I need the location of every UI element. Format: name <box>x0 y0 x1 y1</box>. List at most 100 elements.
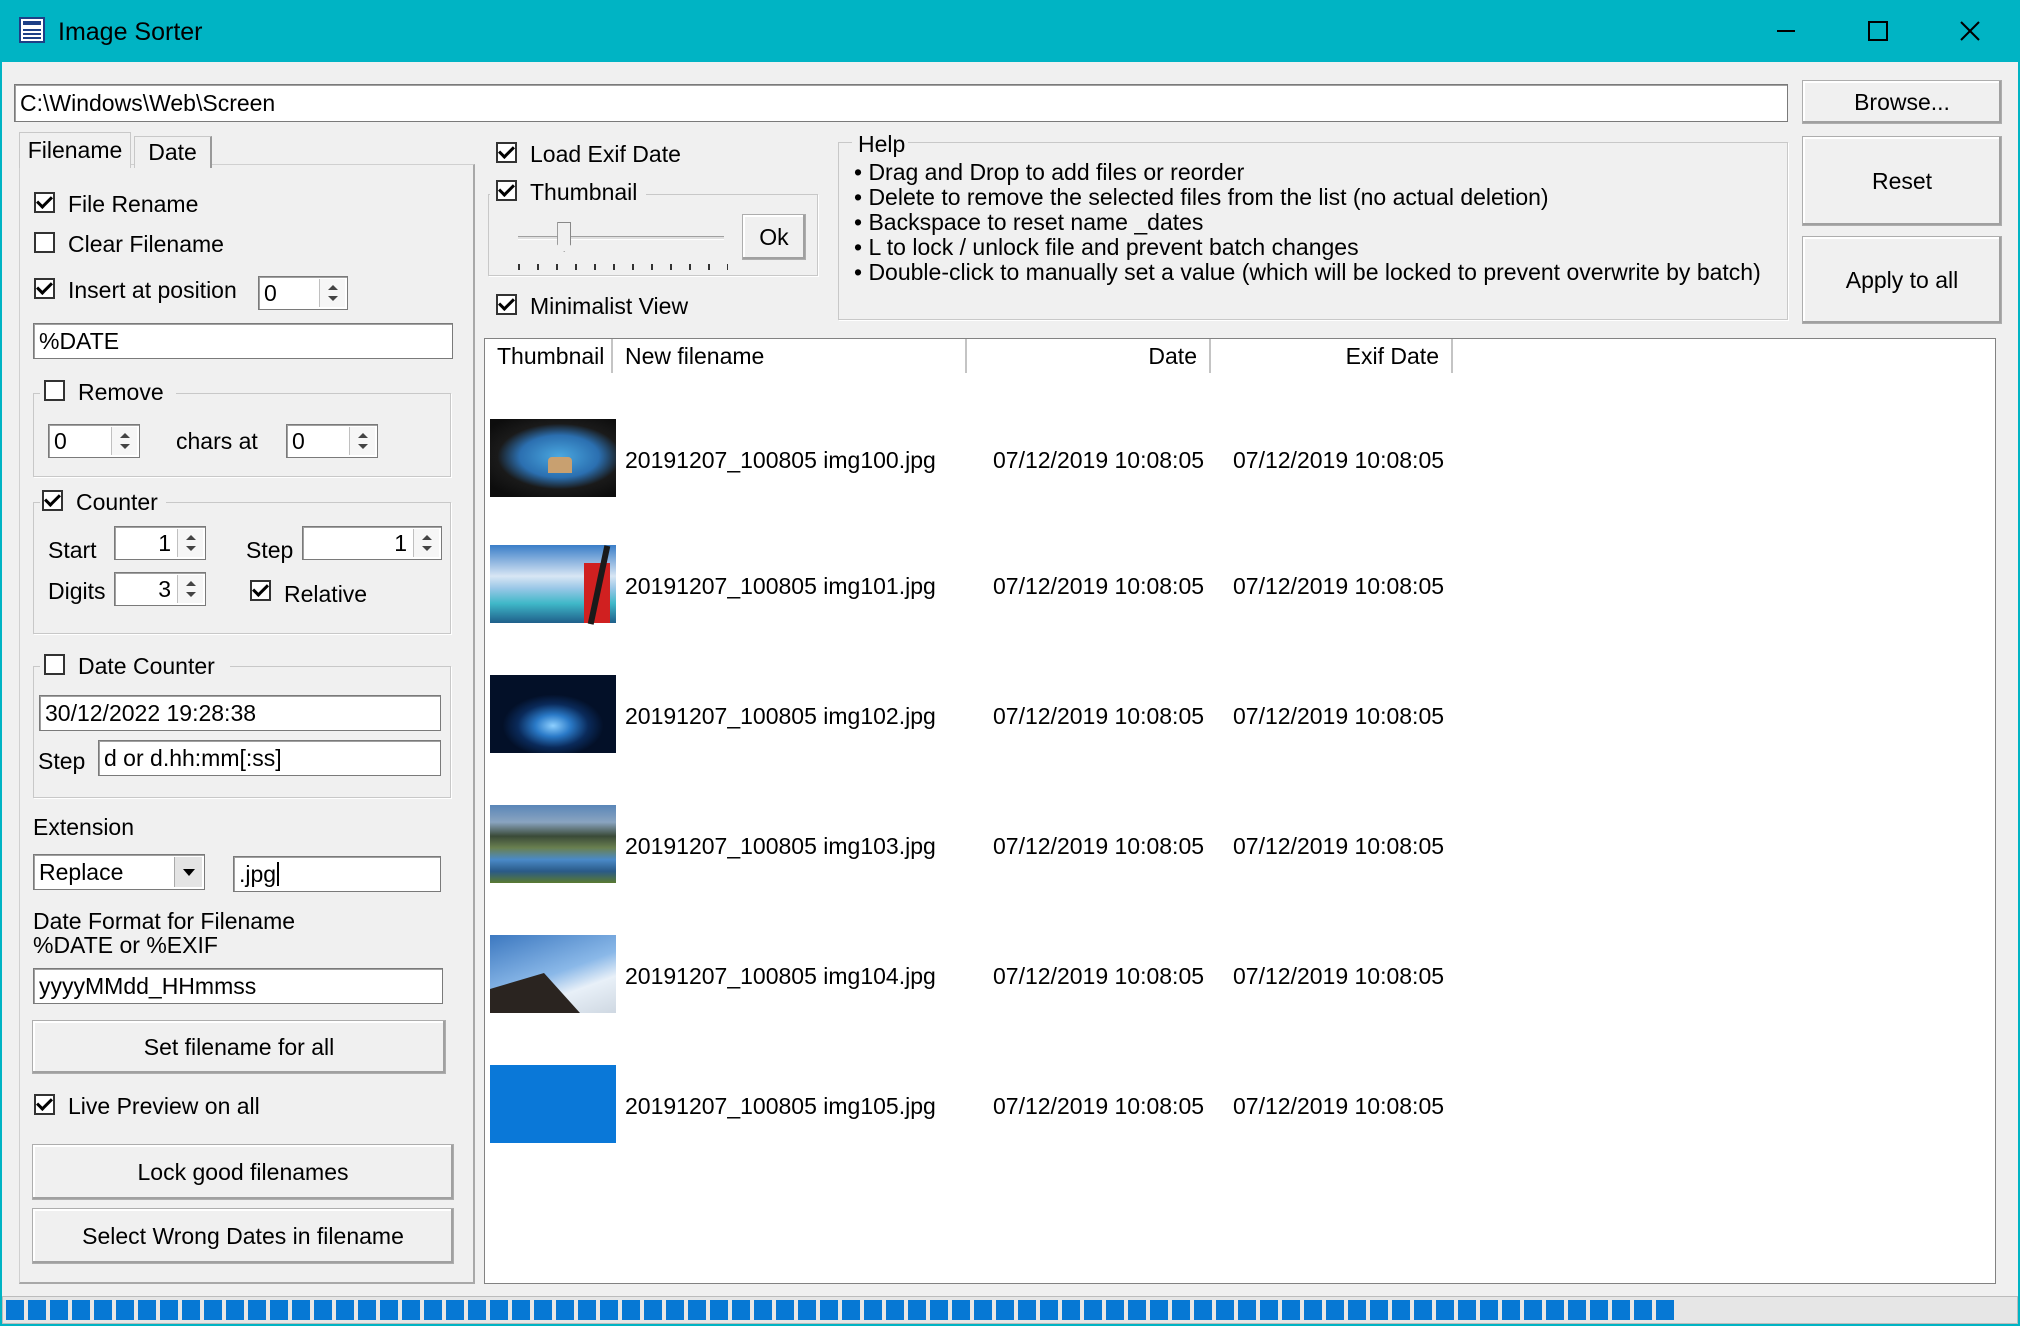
remove-position-stepper[interactable]: 0 <box>286 424 378 458</box>
file-rename-checkbox[interactable] <box>34 192 55 213</box>
progress-segment <box>116 1300 134 1320</box>
progress-segment <box>1304 1300 1322 1320</box>
thumbnail-image <box>490 805 616 883</box>
row-exif-date[interactable]: 07/12/2019 10:08:05 <box>1233 1093 1444 1120</box>
remove-label: Remove <box>78 379 164 405</box>
extension-mode-select[interactable]: Replace <box>33 854 205 890</box>
row-filename[interactable]: 20191207_100805 img104.jpg <box>625 963 936 990</box>
chars-at-label: chars at <box>176 428 258 454</box>
progress-segment <box>996 1300 1014 1320</box>
spin-arrows-icon[interactable] <box>413 529 439 557</box>
date-format-label-line1: Date Format for Filename <box>33 908 296 934</box>
row-date[interactable]: 07/12/2019 10:08:05 <box>993 703 1204 730</box>
counter-checkbox[interactable] <box>42 490 63 511</box>
slider-ticks <box>518 264 728 270</box>
progress-segment <box>380 1300 398 1320</box>
row-filename[interactable]: 20191207_100805 img101.jpg <box>625 573 936 600</box>
path-input[interactable]: C:\Windows\Web\Screen <box>14 84 1788 122</box>
remove-count-stepper[interactable]: 0 <box>48 424 140 458</box>
relative-checkbox[interactable] <box>250 580 271 601</box>
file-rename-label: File Rename <box>68 191 199 217</box>
browse-button[interactable]: Browse... <box>1802 80 2002 124</box>
thumbnail-size-slider[interactable] <box>514 222 728 272</box>
tab-date[interactable]: Date <box>134 136 212 168</box>
progress-segment <box>512 1300 530 1320</box>
date-counter-input[interactable]: 30/12/2022 19:28:38 <box>39 695 441 731</box>
apply-to-all-button[interactable]: Apply to all <box>1802 236 2002 324</box>
help-line: • L to lock / unlock file and prevent ba… <box>854 234 1359 260</box>
spin-arrows-icon[interactable] <box>177 575 203 603</box>
date-format-input[interactable]: yyyyMMdd_HHmmss <box>33 968 443 1004</box>
chevron-down-icon[interactable] <box>174 857 202 887</box>
maximize-button[interactable] <box>1832 0 1924 62</box>
spin-arrows-icon[interactable] <box>319 279 345 307</box>
row-filename[interactable]: 20191207_100805 img103.jpg <box>625 833 936 860</box>
thumbnail-image <box>490 675 616 753</box>
insert-position-stepper[interactable]: 0 <box>258 276 348 310</box>
thumbnail-image <box>490 935 616 1013</box>
progress-segment <box>226 1300 244 1320</box>
progress-segment <box>1216 1300 1234 1320</box>
progress-segment <box>1392 1300 1410 1320</box>
progress-segment <box>1040 1300 1058 1320</box>
row-exif-date[interactable]: 07/12/2019 10:08:05 <box>1233 573 1444 600</box>
extension-input[interactable]: .jpg <box>233 856 441 892</box>
lock-good-filenames-button[interactable]: Lock good filenames <box>32 1144 454 1200</box>
reset-button[interactable]: Reset <box>1802 136 2002 226</box>
date-step-input[interactable]: d or d.hh:mm[:ss] <box>98 740 441 776</box>
progress-segment <box>94 1300 112 1320</box>
spin-arrows-icon[interactable] <box>349 427 375 455</box>
set-filename-button[interactable]: Set filename for all <box>32 1020 446 1074</box>
column-header-exif-date[interactable]: Exif Date <box>1211 339 1453 373</box>
row-exif-date[interactable]: 07/12/2019 10:08:05 <box>1233 447 1444 474</box>
progress-segment <box>754 1300 772 1320</box>
progress-segment <box>1612 1300 1630 1320</box>
row-filename[interactable]: 20191207_100805 img100.jpg <box>625 447 936 474</box>
date-counter-checkbox[interactable] <box>44 654 65 675</box>
row-exif-date[interactable]: 07/12/2019 10:08:05 <box>1233 703 1444 730</box>
row-exif-date[interactable]: 07/12/2019 10:08:05 <box>1233 963 1444 990</box>
row-exif-date[interactable]: 07/12/2019 10:08:05 <box>1233 833 1444 860</box>
progress-segment <box>314 1300 332 1320</box>
progress-segment <box>248 1300 266 1320</box>
counter-digits-stepper[interactable]: 3 <box>114 572 206 606</box>
minimalist-checkbox[interactable] <box>496 294 517 315</box>
thumbnail-ok-button[interactable]: Ok <box>742 214 806 260</box>
pattern-input[interactable]: %DATE <box>33 323 453 359</box>
row-date[interactable]: 07/12/2019 10:08:05 <box>993 833 1204 860</box>
column-header-thumbnail[interactable]: Thumbnail <box>485 339 613 373</box>
spin-arrows-icon[interactable] <box>177 529 203 557</box>
close-button[interactable] <box>1924 0 2016 62</box>
progress-segment <box>182 1300 200 1320</box>
progress-segment <box>534 1300 552 1320</box>
counter-start-stepper[interactable]: 1 <box>114 526 206 560</box>
row-date[interactable]: 07/12/2019 10:08:05 <box>993 573 1204 600</box>
counter-step-stepper[interactable]: 1 <box>302 526 442 560</box>
thumbnail-image <box>490 545 616 625</box>
row-filename[interactable]: 20191207_100805 img105.jpg <box>625 1093 936 1120</box>
minimize-button[interactable] <box>1740 0 1832 62</box>
load-exif-checkbox[interactable] <box>496 142 517 163</box>
tab-filename[interactable]: Filename <box>19 132 131 168</box>
thumbnail-checkbox[interactable] <box>496 180 517 201</box>
progress-segment <box>446 1300 464 1320</box>
row-date[interactable]: 07/12/2019 10:08:05 <box>993 963 1204 990</box>
column-header-new-filename[interactable]: New filename <box>613 339 967 373</box>
clear-filename-checkbox[interactable] <box>34 232 55 253</box>
slider-thumb[interactable] <box>557 222 572 252</box>
file-list[interactable]: Thumbnail New filename Date Exif Date 20… <box>484 338 1996 1284</box>
minimize-icon <box>1777 30 1795 32</box>
column-header-date[interactable]: Date <box>967 339 1211 373</box>
extension-value: .jpg <box>239 860 277 887</box>
row-date[interactable]: 07/12/2019 10:08:05 <box>993 1093 1204 1120</box>
select-wrong-dates-button[interactable]: Select Wrong Dates in filename <box>32 1208 454 1264</box>
thumbnail-image <box>490 419 616 497</box>
insert-position-checkbox[interactable] <box>34 278 55 299</box>
remove-checkbox[interactable] <box>44 380 65 401</box>
row-date[interactable]: 07/12/2019 10:08:05 <box>993 447 1204 474</box>
spin-arrows-icon[interactable] <box>111 427 137 455</box>
thumbnail-label: Thumbnail <box>530 179 638 205</box>
row-filename[interactable]: 20191207_100805 img102.jpg <box>625 703 936 730</box>
progress-segment <box>1260 1300 1278 1320</box>
live-preview-checkbox[interactable] <box>34 1094 55 1115</box>
